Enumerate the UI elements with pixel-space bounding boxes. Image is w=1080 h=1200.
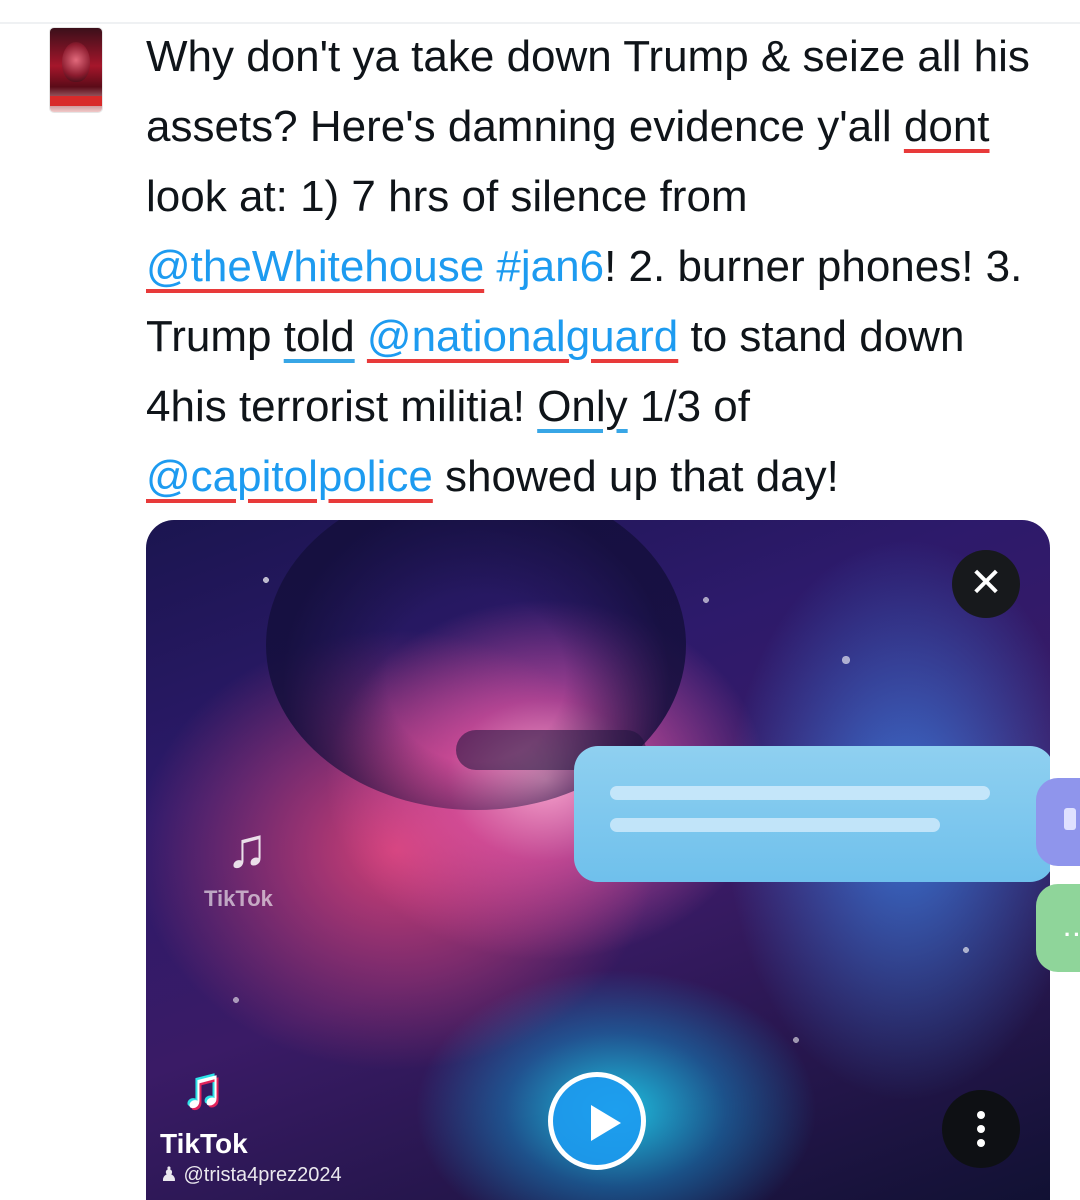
tiktok-watermark-faded-label: TikTok (204, 886, 273, 911)
tiktok-logo-icon: ♫ (226, 816, 268, 879)
play-button[interactable] (548, 1072, 646, 1170)
floating-side-tab-purple[interactable] (1036, 778, 1080, 866)
tiktok-watermark-username: @trista4prez2024 (183, 1164, 342, 1186)
avatar-face (62, 42, 90, 82)
play-icon (591, 1105, 621, 1141)
tweet-text-segment: told (283, 312, 355, 361)
avatar[interactable] (50, 28, 102, 112)
mention-link[interactable]: @capitolpolice (146, 452, 433, 501)
more-options-button[interactable] (942, 1090, 1020, 1168)
tweet-text-segment (484, 242, 496, 291)
close-button[interactable]: ✕ (952, 550, 1020, 618)
tweet-text-segment: dont (903, 102, 990, 151)
tiktok-watermark-label: TikTok (160, 1128, 248, 1159)
user-icon: ♟ (160, 1164, 178, 1186)
close-icon: ✕ (969, 561, 1003, 605)
tiktok-logo-icon: ♫ (182, 1056, 224, 1119)
tiktok-watermark-user: ♟ @trista4prez2024 (160, 1162, 420, 1187)
tiktok-watermark-faded: ♫ TikTok (204, 820, 424, 970)
avatar-band (50, 96, 102, 106)
hashtag-link[interactable]: #jan6 (496, 242, 604, 291)
floating-side-tab-green[interactable]: ·· (1036, 884, 1080, 972)
more-vertical-icon (977, 1111, 985, 1119)
mention-link[interactable]: @nationalguard (367, 312, 678, 361)
tweet-text-segment (355, 312, 367, 361)
tweet-text: Why don't ya take down Trump & seize all… (146, 22, 1046, 512)
tweet-text-segment: 1/3 of (627, 382, 763, 431)
tweet-text-segment: showed up that day! (432, 452, 839, 501)
mention-link[interactable]: @theWhitehouse (146, 242, 484, 291)
tweet-text-segment: Only (537, 382, 628, 431)
tiktok-watermark: ♫ TikTok ♟ @trista4prez2024 (160, 1060, 420, 1190)
